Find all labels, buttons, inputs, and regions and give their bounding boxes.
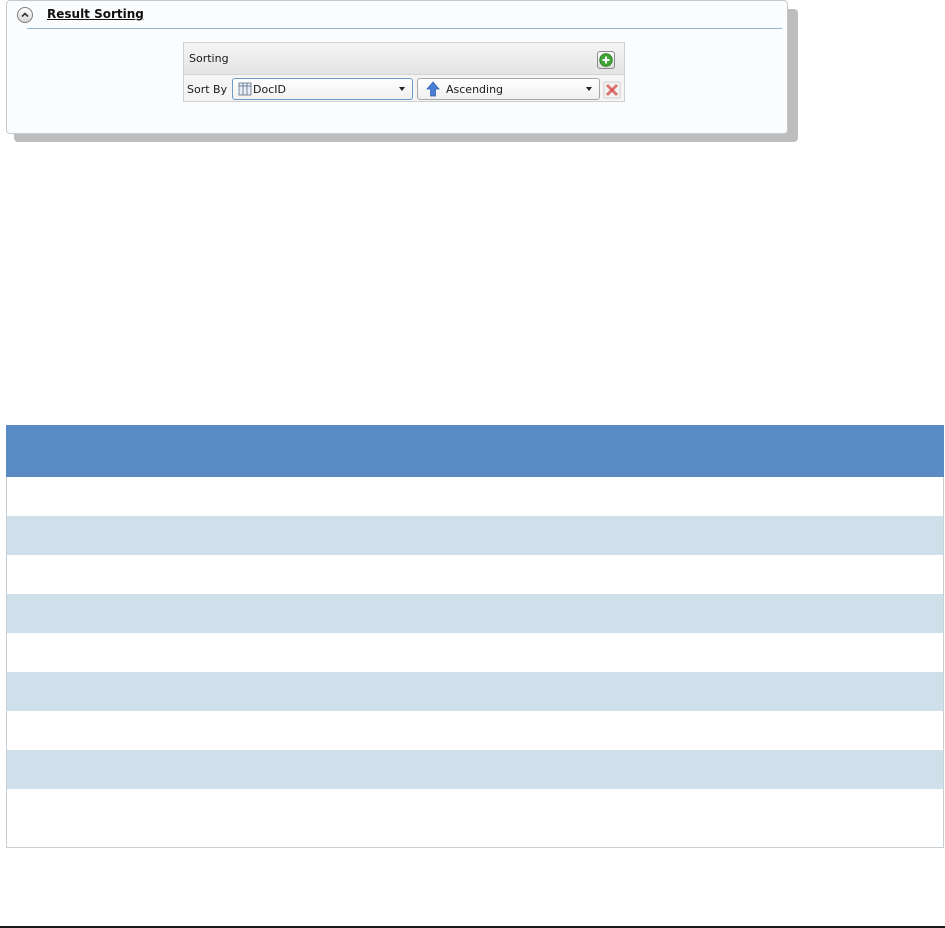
delete-x-icon [603,81,621,99]
panel-title[interactable]: Result Sorting [47,7,144,21]
sort-order-dropdown[interactable]: Ascending [417,78,600,100]
results-table-header [6,425,944,477]
dropdown-arrow-icon [399,87,405,91]
sort-by-label: Sort By [187,83,228,96]
table-row[interactable] [7,594,943,633]
add-sort-button[interactable] [597,51,615,69]
sorting-header-label: Sorting [189,52,229,65]
dropdown-arrow-icon [586,87,592,91]
table-row[interactable] [7,477,943,516]
plus-circle-icon [599,53,613,67]
arrow-up-icon [426,81,440,97]
table-row[interactable] [7,516,943,555]
sort-field-value: DocID [253,83,286,96]
field-column-icon [238,82,252,96]
remove-sort-button[interactable] [603,81,621,99]
title-divider [27,28,782,29]
table-row[interactable] [7,633,943,672]
sort-order-value: Ascending [446,83,504,96]
table-row[interactable] [7,672,943,711]
table-row[interactable] [7,555,943,594]
sorting-header: Sorting [184,43,624,75]
sort-field-dropdown[interactable]: DocID [232,78,413,100]
result-sorting-panel: Result Sorting Sorting Sort By DocID Asc… [6,0,788,134]
table-row[interactable] [7,711,943,750]
sorting-box: Sorting Sort By DocID Ascending [183,42,625,102]
collapse-button[interactable] [17,7,33,23]
results-table [6,425,944,848]
table-row[interactable] [7,750,943,789]
chevron-up-icon [21,12,29,18]
table-row[interactable] [7,789,943,847]
